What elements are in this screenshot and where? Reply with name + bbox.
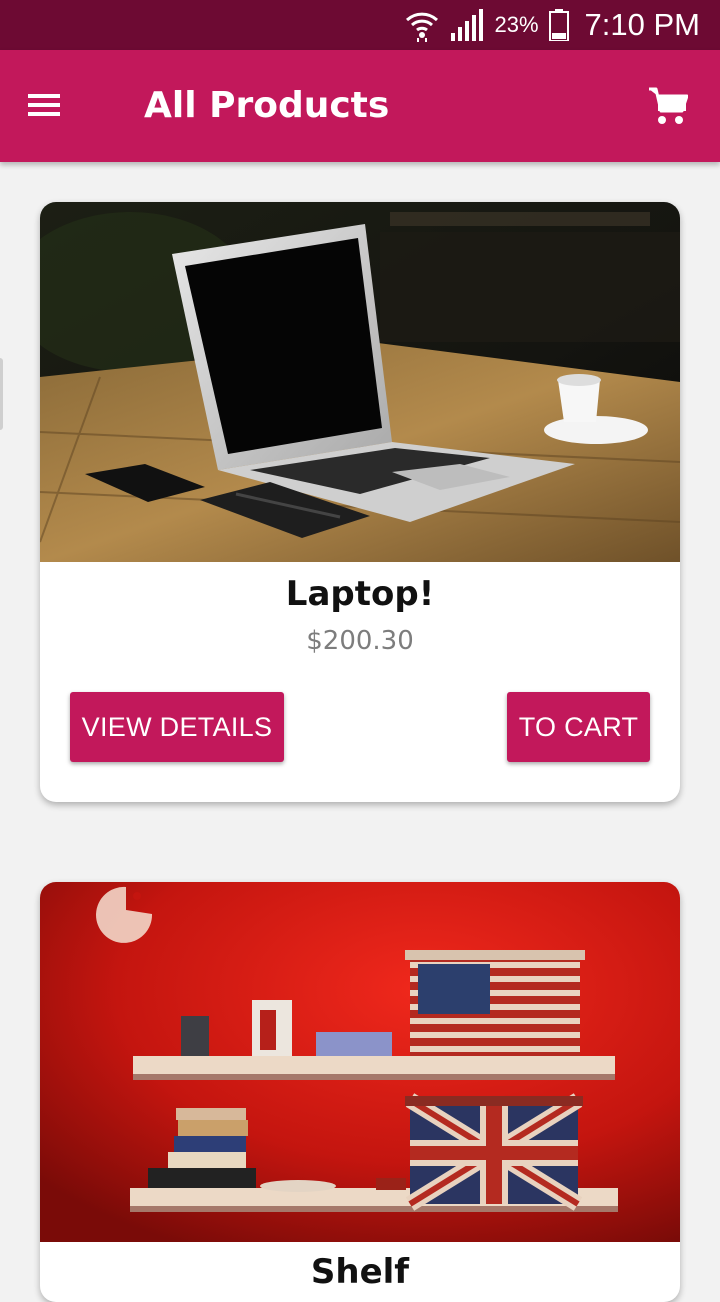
product-name: Laptop!	[285, 574, 435, 614]
page-title: All Products	[144, 85, 390, 126]
product-card: Laptop! $200.30 VIEW DETAILS TO CART	[40, 202, 680, 802]
status-bar: 23% 7:10 PM	[0, 0, 720, 50]
wifi-icon	[405, 12, 438, 42]
app-bar: All Products	[0, 50, 720, 162]
status-indicators: 23% 7:10 PM	[405, 0, 700, 50]
product-image[interactable]	[40, 202, 680, 562]
edge-drawer-handle[interactable]	[0, 358, 3, 430]
shopping-cart-icon[interactable]	[648, 86, 689, 126]
add-to-cart-button[interactable]: TO CART	[507, 692, 650, 762]
product-name: Shelf	[310, 1252, 410, 1292]
clock: 7:10 PM	[584, 7, 700, 42]
battery-percent: 23%	[494, 12, 539, 37]
hamburger-menu-icon[interactable]	[28, 90, 62, 120]
signal-icon	[450, 9, 483, 41]
battery-icon	[548, 9, 569, 41]
product-card: Shelf	[40, 882, 680, 1302]
product-image[interactable]	[40, 882, 680, 1242]
product-price: $200.30	[306, 626, 414, 656]
view-details-button[interactable]: VIEW DETAILS	[70, 692, 284, 762]
